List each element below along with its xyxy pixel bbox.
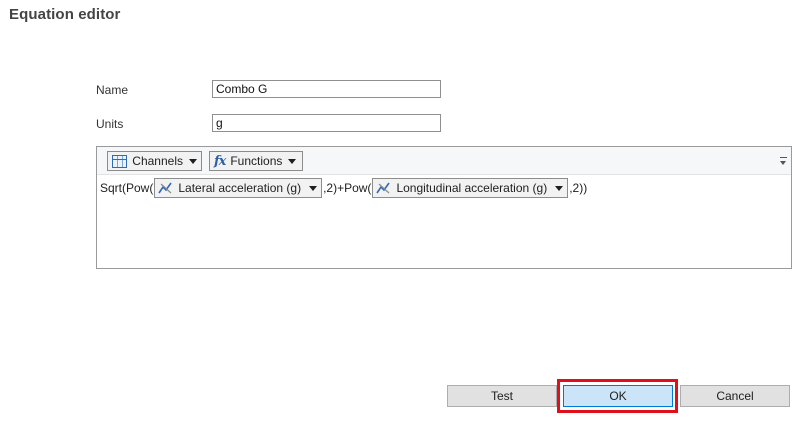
chevron-down-icon [309, 185, 318, 191]
ok-button[interactable]: OK [563, 385, 673, 407]
equation-text-part: ,2)+Pow( [323, 181, 372, 195]
dialog-title: Equation editor [9, 6, 121, 23]
channels-label: Channels [132, 154, 183, 168]
chevron-down-icon [555, 185, 564, 191]
chevron-down-icon [288, 158, 297, 164]
chevron-down-icon [189, 158, 197, 164]
name-input[interactable] [212, 80, 441, 98]
equation-text-part: Sqrt(Pow( [100, 181, 154, 195]
units-label: Units [96, 117, 124, 131]
channel-token-lateral-acceleration[interactable]: Lateral acceleration (g) [154, 178, 323, 198]
equation-expression[interactable]: Sqrt(Pow( Lateral acceleration (g) ,2)+P… [100, 178, 587, 198]
fx-icon: fx [214, 153, 226, 169]
name-label: Name [96, 83, 129, 97]
grid-icon [112, 154, 128, 168]
cancel-button[interactable]: Cancel [680, 385, 790, 407]
functions-dropdown-button[interactable]: fx Functions [209, 151, 303, 171]
equation-editor[interactable]: Channels fx Functions Sqrt(Pow( Lateral … [96, 146, 792, 269]
equation-text-part: ,2)) [569, 181, 588, 195]
channel-token-label: Longitudinal acceleration (g) [396, 181, 548, 195]
channel-icon [376, 182, 391, 194]
toolbar-overflow-icon[interactable] [779, 157, 788, 169]
channel-icon [158, 182, 172, 194]
functions-label: Functions [230, 154, 283, 168]
channel-token-longitudinal-acceleration[interactable]: Longitudinal acceleration (g) [372, 178, 569, 198]
channel-token-label: Lateral acceleration (g) [178, 181, 302, 195]
units-input[interactable] [212, 114, 441, 132]
editor-toolbar: Channels fx Functions [97, 147, 791, 175]
test-button[interactable]: Test [447, 385, 557, 407]
channels-dropdown-button[interactable]: Channels [107, 151, 202, 171]
